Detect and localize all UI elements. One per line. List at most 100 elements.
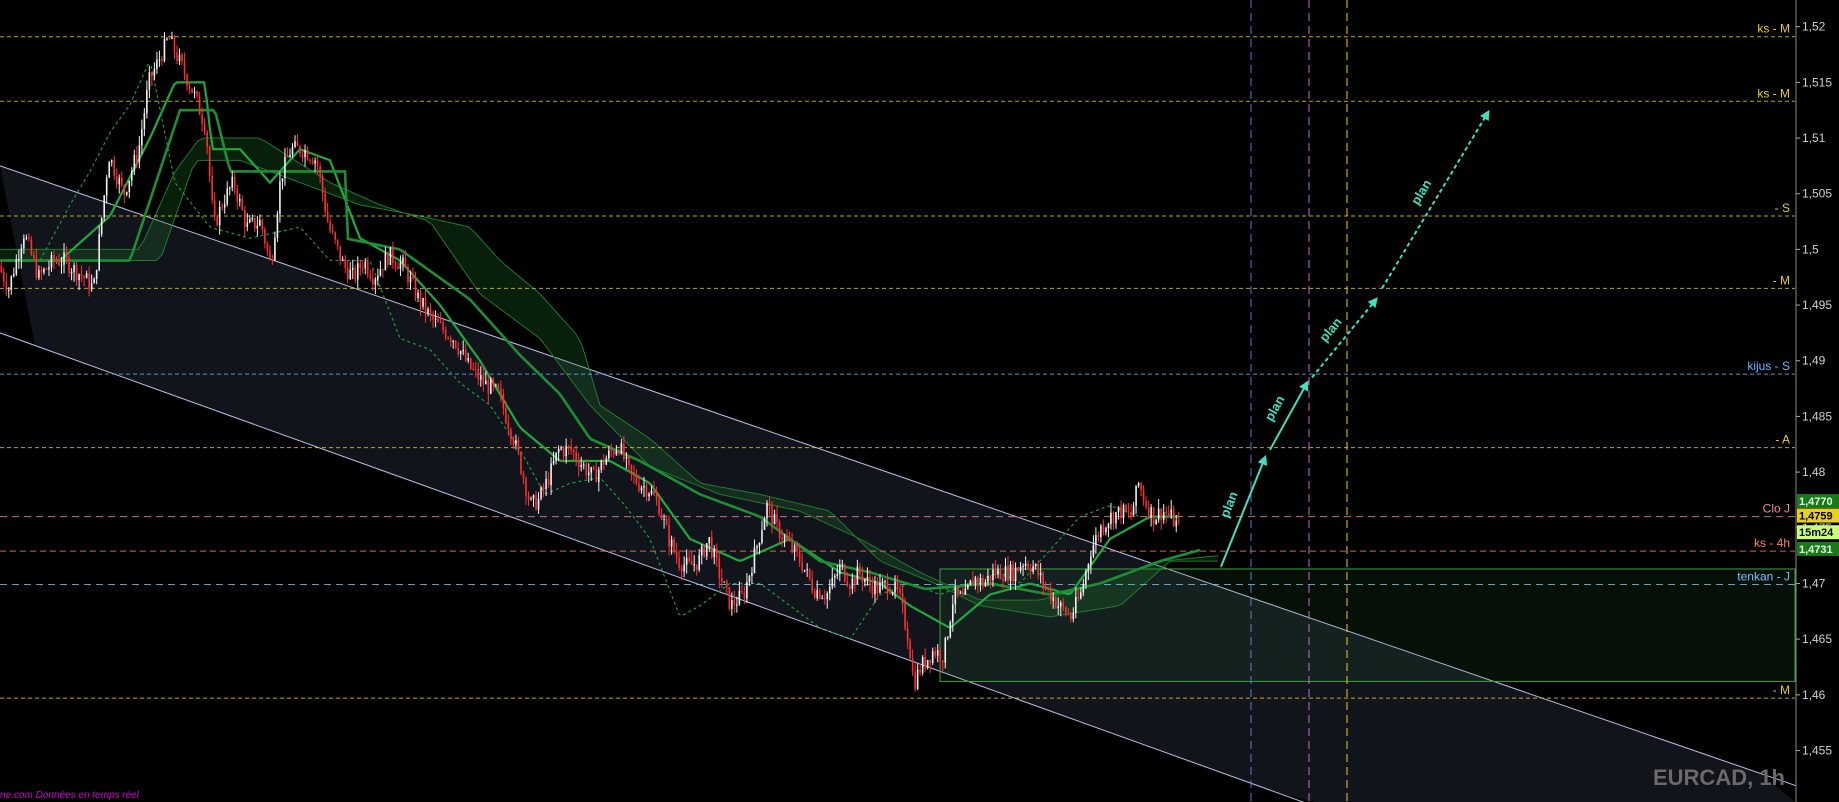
candle-body bbox=[663, 519, 665, 521]
candle-body bbox=[188, 85, 191, 89]
candle-body bbox=[550, 463, 552, 486]
candle-body bbox=[304, 149, 306, 158]
price-badge-text: 1,4759 bbox=[1799, 511, 1833, 523]
candle-body bbox=[216, 216, 218, 225]
candle-body bbox=[1110, 512, 1112, 525]
candle-body bbox=[497, 384, 500, 389]
candle-body bbox=[158, 59, 161, 61]
channel-fill bbox=[0, 165, 1795, 802]
candle-body bbox=[510, 429, 512, 440]
candle-body bbox=[48, 267, 50, 270]
candle-body bbox=[1064, 607, 1067, 614]
candle-body bbox=[836, 574, 839, 576]
candle-body bbox=[723, 581, 726, 583]
y-tick-label: 1,47 bbox=[1802, 576, 1826, 590]
candle-body bbox=[1069, 614, 1072, 619]
candle-body bbox=[392, 247, 394, 263]
candle-body bbox=[658, 499, 660, 515]
candle-body bbox=[80, 274, 83, 277]
candle-body bbox=[808, 569, 811, 579]
candle-body bbox=[864, 579, 866, 582]
candle-body bbox=[1032, 566, 1034, 572]
candle-body bbox=[590, 467, 593, 473]
candle-body bbox=[422, 297, 424, 307]
candle-body bbox=[595, 469, 598, 483]
candle-body bbox=[540, 487, 542, 499]
candle-body bbox=[949, 622, 952, 637]
candle-body bbox=[429, 308, 432, 314]
candle-body bbox=[284, 156, 286, 179]
level-label: ks - 4h bbox=[1754, 536, 1790, 550]
candle-body bbox=[680, 567, 683, 572]
candle-body bbox=[670, 539, 673, 547]
candle-body bbox=[321, 175, 324, 194]
candle-body bbox=[1044, 585, 1047, 588]
axis-background bbox=[1796, 0, 1839, 802]
plan-label: plan bbox=[1262, 393, 1288, 424]
candle-body bbox=[251, 217, 254, 220]
candle-body bbox=[336, 239, 339, 246]
candle-body bbox=[625, 456, 628, 460]
level-label: kijus - S bbox=[1747, 359, 1790, 373]
candle-body bbox=[206, 132, 208, 147]
candle-body bbox=[2, 271, 5, 282]
candle-body bbox=[758, 542, 761, 547]
candle-body bbox=[281, 178, 284, 182]
candle-body bbox=[108, 162, 111, 178]
candle-body bbox=[95, 269, 98, 279]
candle-body bbox=[660, 514, 663, 520]
y-tick-label: 1,495 bbox=[1802, 298, 1832, 312]
level-label: - S bbox=[1775, 201, 1790, 215]
candle-body bbox=[447, 337, 449, 339]
candle-body bbox=[369, 274, 372, 279]
candle-body bbox=[567, 446, 570, 448]
candle-body bbox=[818, 590, 821, 599]
candle-body bbox=[821, 598, 824, 600]
candle-body bbox=[911, 658, 914, 672]
candle-body bbox=[783, 536, 786, 540]
candle-body bbox=[68, 258, 70, 274]
candle-body bbox=[505, 408, 507, 423]
candle-body bbox=[989, 575, 992, 581]
candle-body bbox=[269, 249, 271, 260]
candle-body bbox=[469, 358, 472, 369]
candle-body bbox=[412, 276, 414, 279]
candle-body bbox=[105, 177, 108, 196]
candle-body bbox=[866, 577, 869, 580]
candle-body bbox=[45, 268, 48, 270]
y-tick-label: 1,515 bbox=[1802, 75, 1832, 89]
candle-body bbox=[909, 640, 911, 659]
candle-body bbox=[387, 253, 389, 265]
candle-body bbox=[103, 195, 105, 218]
candle-body bbox=[231, 176, 234, 188]
candle-body bbox=[256, 225, 259, 229]
candle-body bbox=[517, 440, 520, 453]
candle-body bbox=[487, 380, 490, 394]
candle-body bbox=[698, 555, 701, 570]
candle-body bbox=[316, 160, 319, 166]
candle-body bbox=[309, 159, 311, 161]
candle-body bbox=[944, 638, 947, 663]
candle-body bbox=[289, 154, 291, 158]
candle-body bbox=[603, 460, 605, 465]
candle-body bbox=[1062, 602, 1065, 608]
candle-body bbox=[1014, 567, 1017, 582]
candle-body bbox=[261, 219, 264, 230]
candle-body bbox=[1147, 507, 1150, 518]
candle-body bbox=[690, 561, 693, 565]
candle-body bbox=[1075, 596, 1077, 614]
candle-body bbox=[1107, 524, 1110, 529]
candle-body bbox=[1157, 508, 1160, 520]
price-chart[interactable]: ks - M ks - M - S - M kijus - S - A Clo J ks - … bbox=[0, 0, 1839, 802]
candle-body bbox=[314, 160, 316, 164]
candle-body bbox=[668, 524, 670, 547]
candle-body bbox=[502, 394, 505, 409]
candle-body bbox=[951, 604, 954, 623]
candle-body bbox=[1132, 505, 1135, 516]
candle-body bbox=[464, 349, 467, 361]
candle-body bbox=[33, 254, 35, 258]
candle-body bbox=[954, 586, 957, 605]
candle-body bbox=[856, 566, 859, 585]
candle-body bbox=[640, 487, 643, 491]
chart-window: ks - M ks - M - S - M kijus - S - A Clo J ks - … bbox=[0, 0, 1839, 802]
